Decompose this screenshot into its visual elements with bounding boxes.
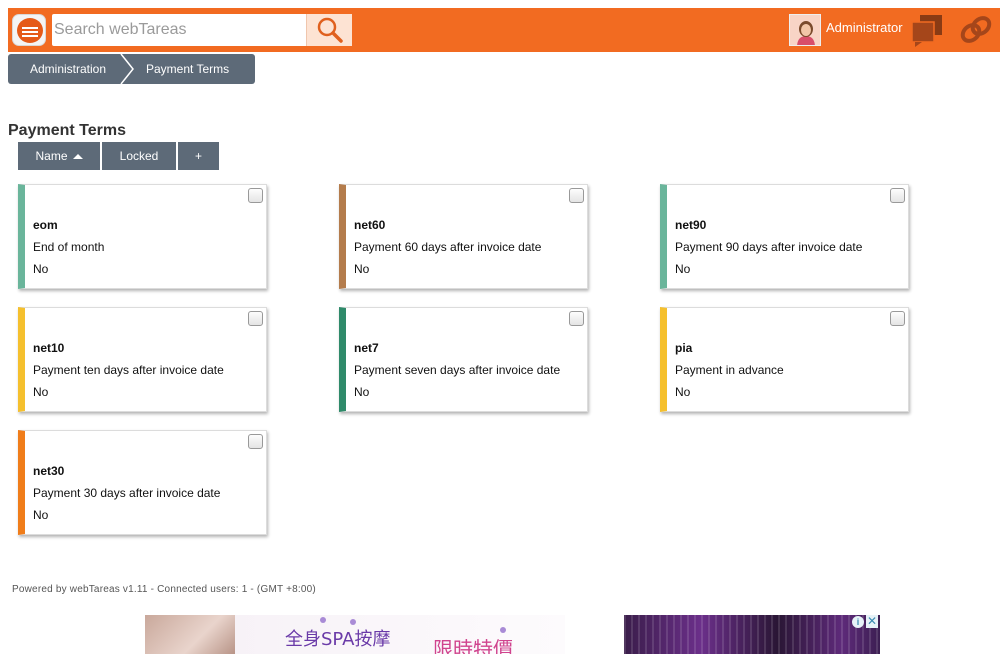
ad-banner-right[interactable]: i ✕ <box>624 615 880 654</box>
search-icon <box>317 17 343 43</box>
breadcrumb: Administration Payment Terms <box>8 54 255 84</box>
payment-term-code: net30 <box>33 464 65 478</box>
payment-term-card[interactable]: net90 Payment 90 days after invoice date… <box>660 184 909 289</box>
payment-term-code: net7 <box>354 341 379 355</box>
payment-term-locked: No <box>675 262 691 276</box>
ad-image <box>145 615 235 654</box>
sort-locked-button[interactable]: Locked <box>102 142 176 170</box>
payment-term-code: net60 <box>354 218 386 232</box>
select-checkbox[interactable] <box>569 188 584 203</box>
payment-term-locked: No <box>354 262 370 276</box>
payment-term-description: Payment ten days after invoice date <box>33 363 224 377</box>
select-checkbox[interactable] <box>248 434 263 449</box>
payment-term-description: Payment seven days after invoice date <box>354 363 561 377</box>
ad-decoration <box>320 617 326 623</box>
payment-term-locked: No <box>33 385 49 399</box>
ad-banner-left[interactable]: 全身SPA按摩 限時特價 <box>145 615 565 654</box>
payment-term-description: Payment 30 days after invoice date <box>33 486 221 500</box>
payment-term-card[interactable]: net30 Payment 30 days after invoice date… <box>18 430 267 535</box>
footer-text: Powered by webTareas v1.11 - Connected u… <box>12 584 316 595</box>
payment-term-description: Payment 60 days after invoice date <box>354 240 542 254</box>
payment-term-description: Payment in advance <box>675 363 784 377</box>
sort-locked-label: Locked <box>119 149 159 163</box>
menu-icon[interactable] <box>12 14 46 46</box>
link-icon[interactable] <box>958 13 994 47</box>
payment-term-code: eom <box>33 218 58 232</box>
sort-name-button[interactable]: Name <box>18 142 100 170</box>
payment-term-card[interactable]: eom End of month No <box>18 184 267 289</box>
payment-term-locked: No <box>354 385 370 399</box>
chat-icon[interactable] <box>910 13 944 47</box>
ad-text: 限時特價 <box>433 637 513 654</box>
search-button[interactable] <box>306 14 352 46</box>
breadcrumb-payment-terms: Payment Terms <box>146 62 230 76</box>
search-input[interactable] <box>52 14 306 46</box>
page-title: Payment Terms <box>8 122 126 139</box>
ad-text: 全身SPA按摩 <box>285 629 391 650</box>
add-label: + <box>194 149 202 163</box>
payment-term-card[interactable]: net10 Payment ten days after invoice dat… <box>18 307 267 412</box>
payment-term-card[interactable]: pia Payment in advance No <box>660 307 909 412</box>
payment-term-code: net90 <box>675 218 707 232</box>
user-name[interactable]: Administrator <box>826 20 903 35</box>
select-checkbox[interactable] <box>890 188 905 203</box>
add-payment-term-button[interactable]: + <box>178 142 219 170</box>
payment-term-code: net10 <box>33 341 65 355</box>
payment-term-description: Payment 90 days after invoice date <box>675 240 863 254</box>
select-checkbox[interactable] <box>248 311 263 326</box>
payment-term-description: End of month <box>33 240 105 254</box>
chevron-right-icon <box>120 54 134 84</box>
payment-term-locked: No <box>33 262 49 276</box>
search-box <box>52 14 352 46</box>
payment-term-card[interactable]: net7 Payment seven days after invoice da… <box>339 307 588 412</box>
ad-close-icon[interactable]: ✕ <box>866 615 878 628</box>
select-checkbox[interactable] <box>248 188 263 203</box>
breadcrumb-administration[interactable]: Administration <box>30 62 106 76</box>
sort-name-label: Name <box>35 149 68 163</box>
sort-asc-icon <box>72 153 83 159</box>
ad-info-icon[interactable]: i <box>852 616 864 628</box>
ad-image <box>624 615 880 654</box>
select-checkbox[interactable] <box>890 311 905 326</box>
avatar[interactable] <box>789 14 821 46</box>
top-navbar: Administrator <box>8 8 1000 52</box>
payment-term-locked: No <box>675 385 691 399</box>
payment-term-locked: No <box>33 508 49 522</box>
select-checkbox[interactable] <box>569 311 584 326</box>
payment-term-card[interactable]: net60 Payment 60 days after invoice date… <box>339 184 588 289</box>
payment-term-code: pia <box>675 341 693 355</box>
